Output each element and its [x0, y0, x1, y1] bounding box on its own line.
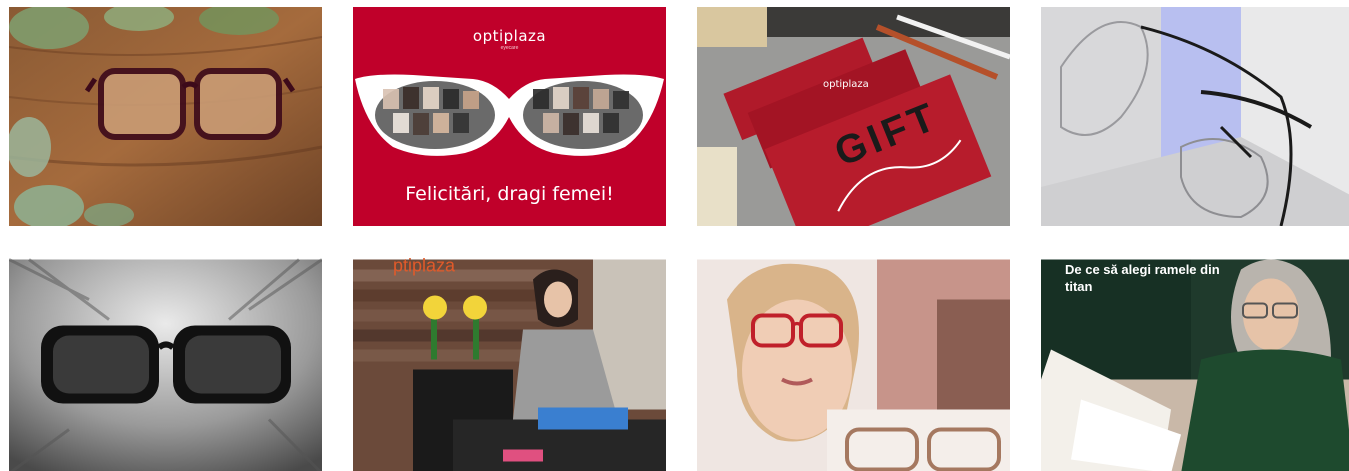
gallery-tile-7[interactable] — [697, 257, 1010, 471]
svg-text:ptiplaza: ptiplaza — [393, 257, 456, 276]
titanium-glasses-photo — [1041, 7, 1349, 226]
greeting-caption: Felicitări, dragi femei! — [405, 183, 614, 205]
gallery-tile-1[interactable] — [9, 7, 322, 226]
gallery-tile-6[interactable]: ptiplaza — [353, 257, 666, 471]
instagram-gallery: optiplaza eyecare Felicitări, dragi feme… — [0, 0, 1349, 471]
gallery-tile-3[interactable]: GIFT optiplaza — [697, 7, 1010, 226]
brand-logo-text: optiplaza — [472, 27, 547, 45]
burgundy-glasses-photo — [9, 7, 322, 226]
article-title-caption: De ce să alegi ramele din titan — [1065, 262, 1220, 294]
optician-booth-photo: ptiplaza — [353, 257, 666, 471]
woman-red-glasses-photo — [697, 259, 1010, 471]
black-sunglasses-photo — [9, 258, 322, 471]
gallery-tile-2[interactable]: optiplaza eyecare Felicitări, dragi feme… — [353, 7, 666, 226]
gallery-tile-8[interactable]: De ce să alegi ramele din titan — [1041, 257, 1349, 471]
card-brand-logo: optiplaza — [823, 79, 869, 90]
gallery-tile-5[interactable] — [9, 257, 322, 471]
gift-card-photo: GIFT — [697, 7, 1010, 226]
gallery-tile-4[interactable] — [1041, 7, 1349, 226]
brand-logo-subtext: eyecare — [500, 45, 519, 51]
